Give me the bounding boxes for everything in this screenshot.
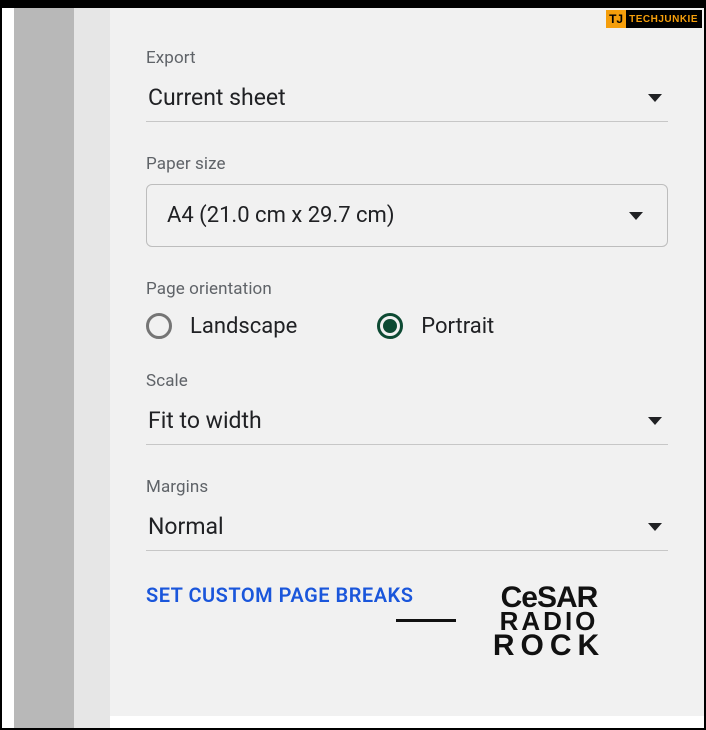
scale-section: Scale Fit to width <box>146 371 668 445</box>
orientation-option-landscape[interactable]: Landscape <box>146 313 297 339</box>
export-section: Export Current sheet <box>146 48 668 122</box>
cesar-line3: ROCK <box>434 633 664 659</box>
export-select[interactable]: Current sheet <box>146 78 668 122</box>
orientation-option-portrait[interactable]: Portrait <box>377 313 494 339</box>
scale-select[interactable]: Fit to width <box>146 401 668 445</box>
margins-select[interactable]: Normal <box>146 507 668 551</box>
chevron-down-icon <box>648 94 662 102</box>
scale-value: Fit to width <box>148 407 262 434</box>
orientation-section: Page orientation Landscape Portrait <box>146 279 668 339</box>
orientation-label: Page orientation <box>146 279 668 299</box>
gutter-preview <box>14 8 74 728</box>
techjunkie-logo-icon: TJ <box>606 10 626 28</box>
cesar-line-icon <box>396 619 456 622</box>
scale-label: Scale <box>146 371 668 391</box>
window-frame: TJ TECHJUNKIE Export Current sheet Paper… <box>0 0 706 730</box>
gutter-inner <box>74 8 110 728</box>
chevron-down-icon <box>648 417 662 425</box>
export-value: Current sheet <box>148 84 286 111</box>
paper-size-select[interactable]: A4 (21.0 cm x 29.7 cm) <box>146 184 668 247</box>
orientation-landscape-label: Landscape <box>190 314 297 339</box>
print-settings-panel: Export Current sheet Paper size A4 (21.0… <box>110 8 704 728</box>
techjunkie-text: TECHJUNKIE <box>626 14 698 25</box>
paper-size-label: Paper size <box>146 154 668 174</box>
gutter-outer <box>2 8 14 728</box>
orientation-radio-group: Landscape Portrait <box>146 309 668 339</box>
crop-edge <box>110 716 704 728</box>
cesar-line2: RADIO <box>434 610 664 632</box>
export-label: Export <box>146 48 668 68</box>
chevron-down-icon <box>648 523 662 531</box>
paper-size-value: A4 (21.0 cm x 29.7 cm) <box>167 203 395 228</box>
radio-icon <box>146 313 172 339</box>
radio-selected-icon <box>377 313 403 339</box>
content-row: Export Current sheet Paper size A4 (21.0… <box>2 8 704 728</box>
set-custom-page-breaks-button[interactable]: SET CUSTOM PAGE BREAKS <box>146 583 668 607</box>
chevron-down-icon <box>629 212 643 220</box>
margins-label: Margins <box>146 477 668 497</box>
techjunkie-watermark: TJ TECHJUNKIE <box>606 10 702 28</box>
orientation-portrait-label: Portrait <box>421 314 494 339</box>
paper-size-section: Paper size A4 (21.0 cm x 29.7 cm) <box>146 154 668 247</box>
margins-value: Normal <box>148 513 224 540</box>
margins-section: Margins Normal <box>146 477 668 551</box>
